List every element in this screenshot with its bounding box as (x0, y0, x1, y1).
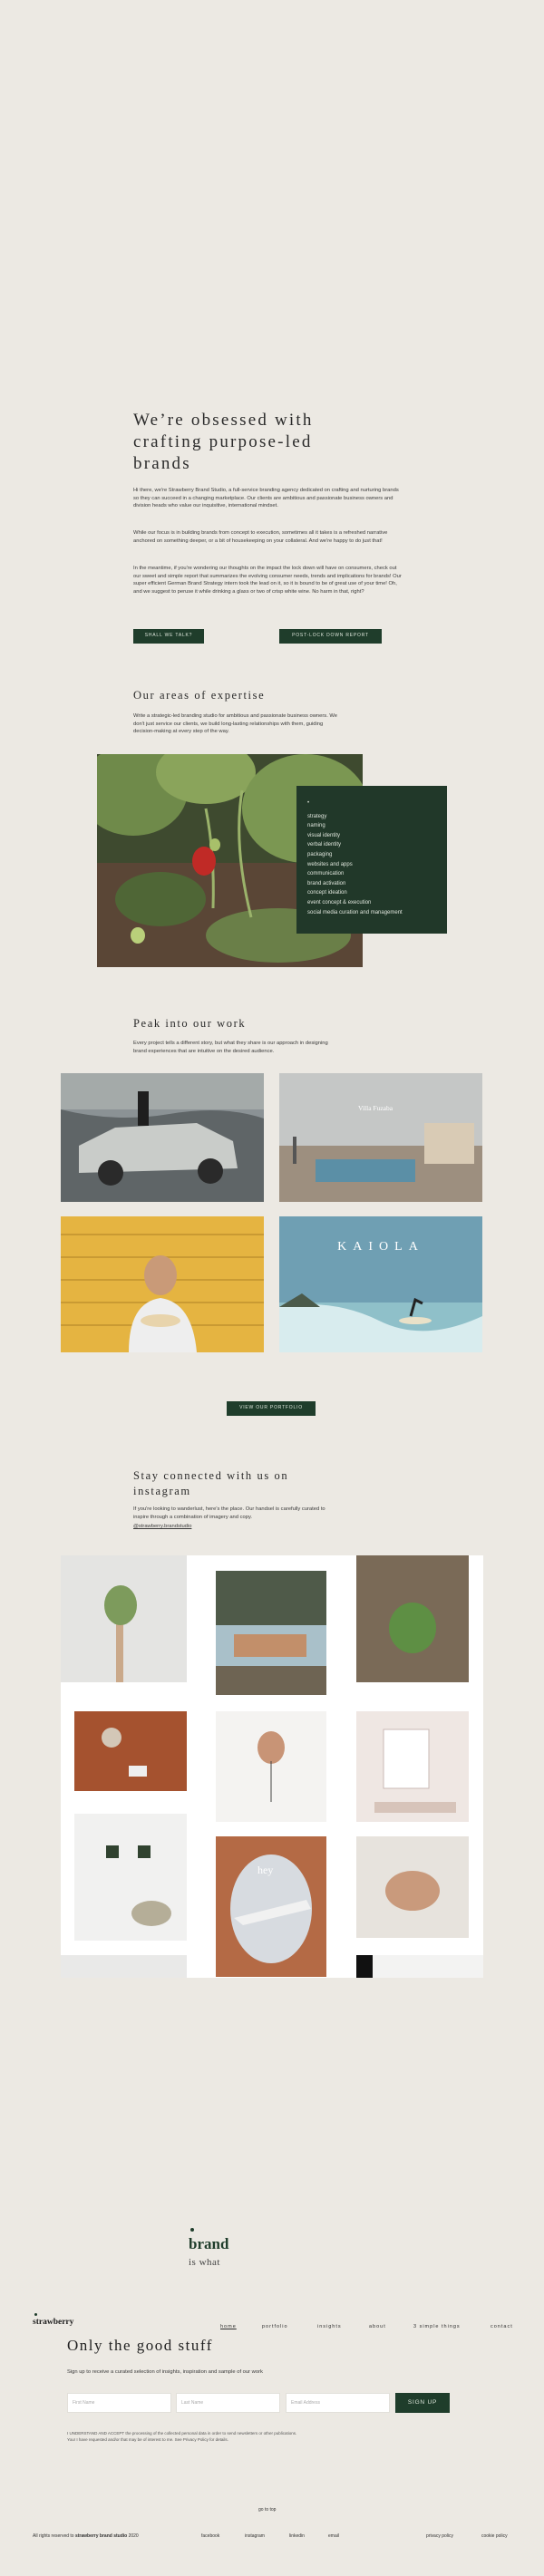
expertise-item: packaging (307, 851, 333, 857)
last-name-field[interactable]: Last Name (176, 2393, 280, 2413)
instagram-post[interactable] (61, 1555, 187, 1682)
expertise-item: communication (307, 871, 345, 877)
footer-link-linkedin[interactable]: linkedin (289, 2533, 305, 2539)
first-name-field[interactable]: First Name (67, 2393, 171, 2413)
instagram-handle-link[interactable]: @strawberry.brandstudio (133, 1523, 191, 1531)
newsletter-description: Sign up to receive a curated selection o… (67, 2369, 263, 2375)
intro-paragraph-2: While our focus is in building brands fr… (133, 530, 388, 544)
privacy-policy-link[interactable]: privacy policy (426, 2533, 453, 2539)
instagram-post[interactable] (61, 1955, 187, 1978)
nav-item-home[interactable]: home (220, 2324, 237, 2329)
intro-title-line: We’re obsessed with (133, 411, 314, 430)
copyright-prefix: All rights reserved to (33, 2533, 75, 2539)
expertise-description: Write a strategic-led branding studio fo… (133, 713, 338, 735)
expertise-item: websites and apps (307, 861, 353, 867)
portfolio-car-image[interactable] (61, 1073, 264, 1202)
instagram-post[interactable] (74, 1711, 187, 1791)
expertise-item: social media curation and management (307, 909, 403, 915)
portfolio-villa-image[interactable]: Villa Fuzaba (279, 1073, 482, 1202)
footer-link-email[interactable]: email (328, 2533, 339, 2539)
expertise-item: event concept & execution (307, 899, 372, 905)
brand-card-title: brand (189, 2235, 229, 2252)
instagram-post[interactable] (216, 1571, 326, 1695)
expertise-item: strategy (307, 813, 327, 819)
work-title: Peak into our work (133, 1017, 247, 1030)
expertise-item: brand activation (307, 880, 346, 886)
instagram-grid: hey (61, 1555, 483, 1978)
brand-card-subtitle: is what (189, 2257, 220, 2268)
email-field[interactable]: Email Address (286, 2393, 390, 2413)
instagram-post[interactable] (216, 1711, 326, 1822)
instagram-title-line: instagram (133, 1485, 191, 1497)
portfolio-kaiola-image[interactable]: KAIOLA (279, 1216, 482, 1352)
instagram-post[interactable] (356, 1555, 469, 1682)
airplane-window-text: hey (257, 1864, 274, 1876)
instagram-post[interactable]: hey (216, 1836, 326, 1977)
intro-paragraph-3: In the meantime, if you're wondering our… (133, 566, 402, 595)
expertise-item: verbal identity (307, 842, 342, 848)
kaiola-logo: KAIOLA (337, 1240, 424, 1254)
intro-paragraph-1: Hi there, we're Strawberry Brand Studio,… (133, 488, 399, 509)
cookie-policy-link[interactable]: cookie policy (481, 2533, 508, 2539)
instagram-title: Stay connected with us on instagram (133, 1468, 288, 1499)
intro-title: We’re obsessed with crafting purpose-led… (133, 410, 405, 475)
intro-title-line: crafting purpose-led (133, 432, 313, 451)
view-portfolio-button[interactable]: VIEW OUR PORTFOLIO (227, 1401, 316, 1416)
nav-item-3-simple-things[interactable]: 3 simple things (413, 2324, 461, 2329)
sign-up-button[interactable]: SIGN UP (395, 2393, 450, 2413)
instagram-description: If you're looking to wanderlust, here's … (133, 1506, 325, 1520)
consent-text: I UNDERSTAND AND ACCEPT the processing o… (67, 2431, 412, 2443)
expertise-item: concept ideation (307, 890, 347, 896)
instagram-title-line: Stay connected with us on (133, 1469, 289, 1482)
expertise-title: Our areas of expertise (133, 689, 266, 702)
newsletter-title: Only the good stuff (67, 2337, 213, 2354)
expertise-item: naming (307, 823, 325, 829)
copyright-text: All rights reserved to strawberry brand … (33, 2533, 139, 2539)
instagram-post[interactable] (74, 1814, 187, 1941)
expertise-list: strategy naming visual identity verbal i… (307, 812, 436, 918)
instagram-post[interactable] (356, 1836, 469, 1938)
site-logo[interactable]: strawberry (33, 2318, 73, 2327)
logo-dot (34, 2313, 37, 2316)
expertise-panel: • strategy naming visual identity verbal… (296, 786, 447, 934)
consent-line: Your I have requested and/or that may be… (67, 2436, 228, 2442)
brand-dot (190, 2228, 194, 2232)
nav-item-contact[interactable]: contact (491, 2324, 513, 2329)
nav-item-portfolio[interactable]: portfolio (262, 2324, 288, 2329)
go-to-top-link[interactable]: go to top (258, 2507, 276, 2513)
footer-link-facebook[interactable]: facebook (201, 2533, 219, 2539)
nav-item-insights[interactable]: insights (317, 2324, 342, 2329)
footer-link-instagram[interactable]: instagram (245, 2533, 265, 2539)
expertise-item: visual identity (307, 832, 341, 838)
instagram-post[interactable] (356, 1711, 469, 1822)
portfolio-person-eating-image[interactable] (61, 1216, 264, 1352)
work-description: Every project tells a different story, b… (133, 1041, 328, 1054)
villa-logo: Villa Fuzaba (358, 1104, 393, 1112)
shall-we-talk-button[interactable]: SHALL WE TALK? (133, 629, 204, 644)
copyright-year: 2020 (127, 2533, 139, 2539)
nav-bar: strawberry home portfolio insights about… (0, 2311, 544, 2335)
copyright-brand: strawberry brand studio (74, 2533, 128, 2539)
expertise-bullet: • (307, 800, 310, 806)
instagram-post[interactable] (356, 1955, 483, 1978)
nav-item-about[interactable]: about (369, 2324, 386, 2329)
intro-title-line: brands (133, 454, 191, 473)
post-lockdown-report-button[interactable]: POST-LOCK DOWN REPORT (279, 629, 382, 644)
